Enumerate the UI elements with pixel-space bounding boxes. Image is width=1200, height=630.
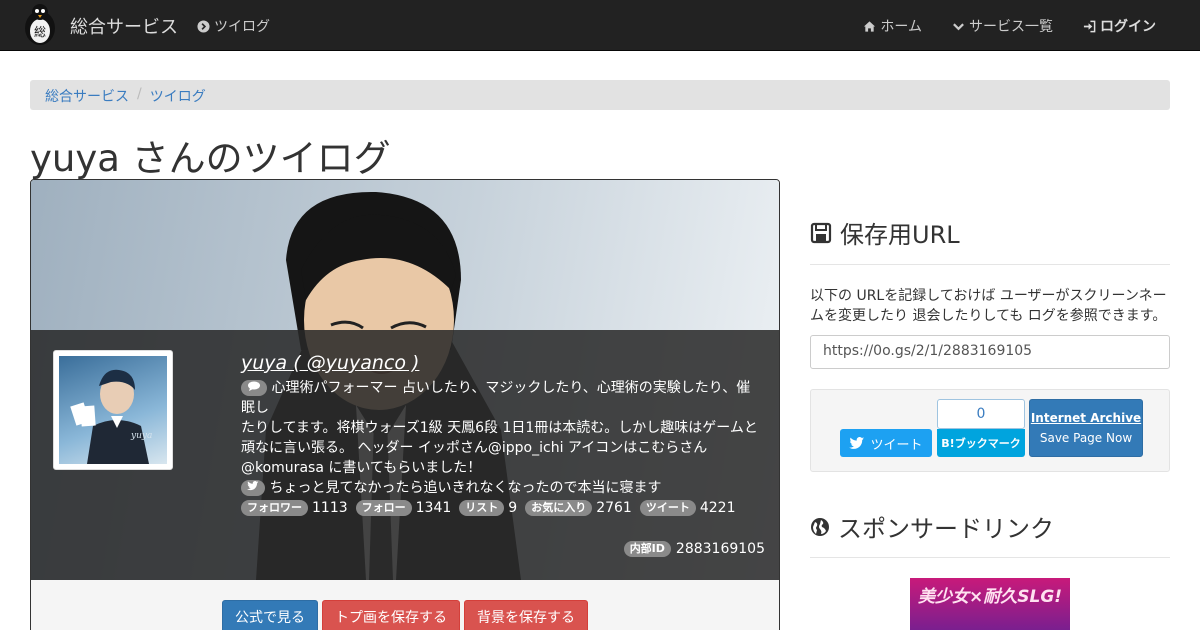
- profile-bio: 心理術パフォーマー 占いしたり、マジックしたり、心理術の実験したり、催眠し たり…: [241, 378, 761, 518]
- hatena-bookmark-count[interactable]: 0: [937, 399, 1025, 429]
- nav-right-menu: ホーム サービス一覧 ログイン: [863, 16, 1156, 36]
- globe-icon: [811, 517, 829, 536]
- ad-banner-text: 美少女×耐久SLG!: [918, 587, 1063, 607]
- save-url-heading-text: 保存用URL: [840, 221, 960, 249]
- following-count: 1341: [415, 500, 452, 516]
- avatar-signature: yuya: [130, 431, 152, 441]
- nav-login-link[interactable]: ログイン: [1083, 16, 1156, 36]
- chevron-circle-right-icon: [197, 19, 210, 33]
- followers-count: 1113: [312, 500, 348, 516]
- breadcrumb-separator: /: [137, 86, 142, 102]
- nav-tsuilog-label: ツイログ: [214, 19, 270, 35]
- tweets-count: 4221: [699, 500, 736, 516]
- save-url-heading: 保存用URL: [810, 215, 960, 250]
- nav-services-dropdown[interactable]: サービス一覧: [952, 16, 1053, 36]
- top-navbar: 総 総合サービス ツイログ ホーム サービス一覧 ログイン: [0, 0, 1200, 51]
- nav-tsuilog-link[interactable]: ツイログ: [197, 16, 270, 36]
- save-background-button[interactable]: 背景を保存する: [464, 600, 588, 630]
- divider: [810, 557, 1170, 558]
- view-official-button[interactable]: 公式で見る: [222, 600, 318, 630]
- twitter-bird-icon: [241, 480, 265, 496]
- save-url-field[interactable]: https://0o.gs/2/1/2883169105: [810, 335, 1170, 369]
- followers-label: フォロワー: [241, 500, 308, 516]
- tweet-button-label: ツイート: [870, 437, 923, 453]
- home-icon: [864, 20, 876, 32]
- sponsor-heading-text: スポンサードリンク: [838, 515, 1054, 543]
- bio-text-3: 頑なに言い張る。 ヘッダー イッポさん@ippo_ichi アイコンはこむらさん: [241, 440, 708, 456]
- nav-home-label: ホーム: [880, 19, 922, 35]
- bio-text-2: たりしてます。将棋ウォーズ1級 天鳳6段 1日1冊は本読む。しかし趣味はゲームと: [241, 420, 758, 436]
- avatar-illustration: yuya: [70, 369, 152, 464]
- nav-services-label: サービス一覧: [969, 19, 1053, 35]
- divider: [810, 264, 1170, 265]
- bio-line-1: 心理術パフォーマー 占いしたり、マジックしたり、心理術の実験したり、催眠し: [241, 378, 761, 418]
- favorites-count: 2761: [596, 500, 632, 516]
- share-panel: ツイート 0 B!ブックマーク Internet Archive Save Pa…: [810, 389, 1170, 472]
- chevron-down-icon: [953, 22, 964, 30]
- sponsor-heading: スポンサードリンク: [810, 509, 1054, 544]
- internet-archive-button[interactable]: Internet Archive Save Page Now: [1029, 399, 1143, 457]
- bio-text-4: @komurasa に書いてもらいました！: [241, 460, 482, 476]
- nav-login-label: ログイン: [1100, 19, 1156, 35]
- floppy-disk-icon: [810, 222, 832, 243]
- last-tweet: ちょっと見てなかったら追いきれなくなったので本当に寝ます: [241, 478, 761, 498]
- breadcrumb: 総合サービス / ツイログ: [30, 80, 1170, 110]
- internal-id-label: 内部ID: [623, 541, 671, 557]
- profile-card: yuya yuya ( @yuyanco ) 心理術パフォーマー 占いしたり、マ…: [30, 179, 780, 630]
- favorites-label: お気に入り: [525, 500, 593, 516]
- brand-title[interactable]: 総合サービス: [70, 13, 178, 39]
- save-avatar-button[interactable]: トプ画を保存する: [322, 600, 460, 630]
- tweets-label: ツイート: [639, 500, 696, 516]
- logo-char: 総: [34, 25, 46, 39]
- nav-home-link[interactable]: ホーム: [863, 16, 922, 36]
- breadcrumb-root-link[interactable]: 総合サービス: [45, 86, 129, 105]
- following-label: フォロー: [355, 500, 412, 516]
- penguin-logo-icon[interactable]: 総: [18, 2, 62, 46]
- lists-count: 9: [508, 500, 518, 516]
- sponsored-ad-banner[interactable]: 美少女×耐久SLG!: [910, 578, 1070, 630]
- page-title: yuya さんのツイログ: [30, 137, 391, 180]
- save-url-description: 以下の URLを記録しておけば ユーザーがスクリーンネームを変更したり 退会した…: [810, 288, 1167, 324]
- internal-id-value: 2883169105: [675, 541, 765, 557]
- last-tweet-text: ちょっと見てなかったら追いきれなくなったので本当に寝ます: [269, 480, 662, 496]
- sign-in-icon: [1083, 20, 1096, 32]
- internet-archive-subtitle: Save Page Now: [1039, 431, 1133, 445]
- hatena-bookmark-button[interactable]: B!ブックマーク: [937, 429, 1025, 457]
- bio-text-1: 心理術パフォーマー 占いしたり、マジックしたり、心理術の実験したり、催眠し: [241, 380, 751, 416]
- internet-archive-title: Internet Archive: [1030, 411, 1142, 425]
- profile-avatar[interactable]: yuya: [53, 350, 173, 470]
- tweet-button[interactable]: ツイート: [840, 429, 932, 457]
- profile-action-buttons: 公式で見る トプ画を保存する 背景を保存する: [31, 600, 779, 630]
- avatar-image: yuya: [59, 356, 167, 464]
- profile-stats: フォロワー 1113 フォロー 1341 リスト 9 お気に入り 2761 ツイ…: [241, 500, 739, 516]
- breadcrumb-current-link[interactable]: ツイログ: [150, 86, 206, 105]
- twitter-icon: [849, 436, 865, 449]
- profile-name-link[interactable]: yuya ( @yuyanco ): [241, 352, 419, 374]
- comment-icon: [241, 380, 267, 396]
- internal-id: 内部ID 2883169105: [623, 541, 765, 557]
- lists-label: リスト: [459, 500, 505, 516]
